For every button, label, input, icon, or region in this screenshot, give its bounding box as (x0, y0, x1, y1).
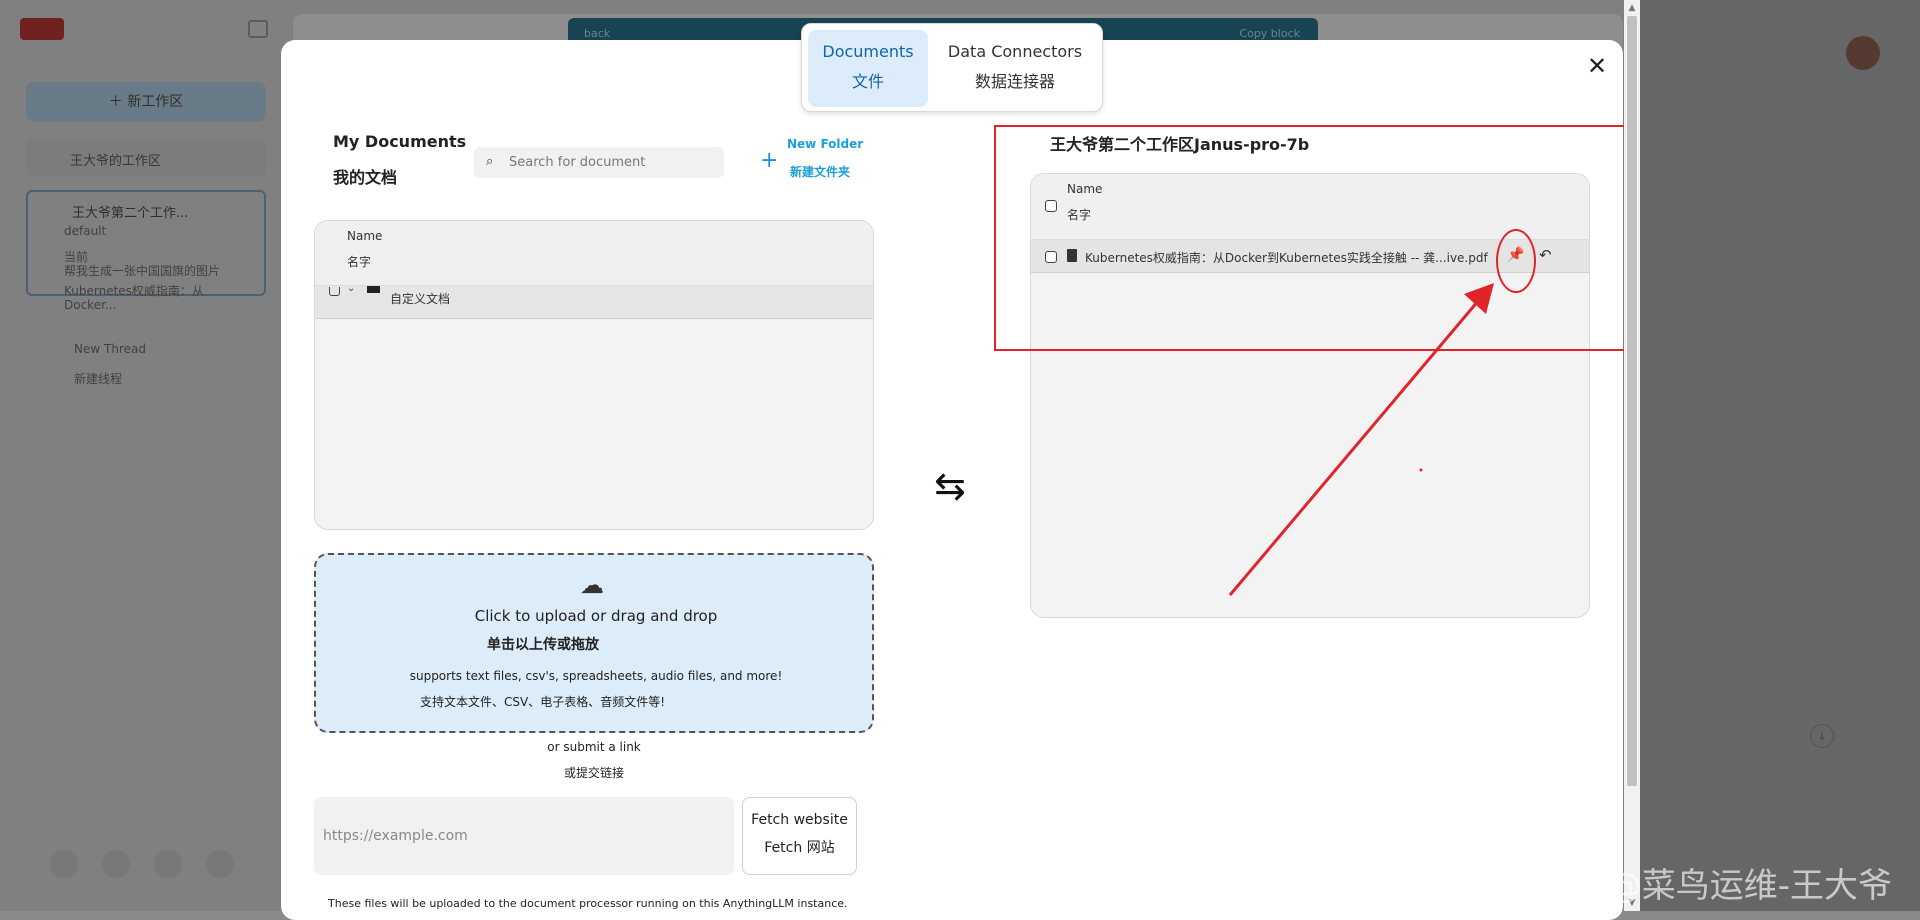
modal-scrollbar[interactable]: ▲ ▼ (1624, 0, 1640, 911)
scrollbar-thumb[interactable] (1627, 16, 1637, 786)
annotation-arrow-line (1228, 293, 1486, 596)
watermark: CSDN @菜鸟运维-王大爷 (1500, 866, 1893, 906)
annotation-arrow-head (1464, 283, 1494, 314)
scroll-up-arrow[interactable]: ▲ (1624, 0, 1640, 16)
annotation-dot (1419, 468, 1423, 472)
